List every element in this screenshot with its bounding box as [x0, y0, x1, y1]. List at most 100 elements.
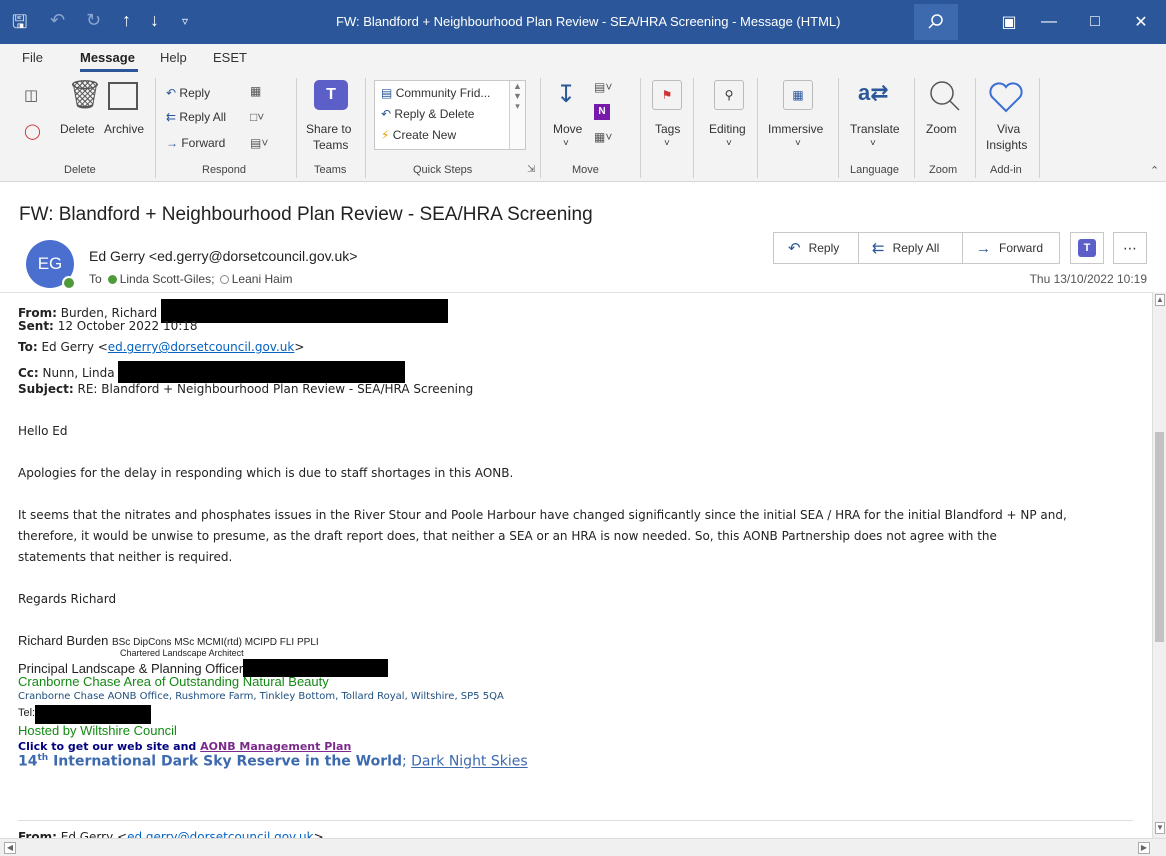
signature-links: Click to get our web site and AONB Manag… [18, 740, 352, 753]
redo-icon[interactable]: ↻ [86, 10, 101, 31]
actions-icon[interactable]: ▦˅ [594, 130, 612, 144]
menu-eset[interactable]: ESET [213, 50, 247, 65]
archive-button[interactable]: Archive [104, 122, 144, 136]
horizontal-scrollbar[interactable]: ◀ ▶ [0, 838, 1166, 856]
email-link[interactable]: ed.gerry@dorsetcouncil.gov.uk [108, 340, 295, 354]
to-label: To [89, 272, 102, 286]
more-respond-icon[interactable]: ▤˅ [250, 136, 268, 150]
ribbon-separator [975, 78, 976, 178]
menu-message[interactable]: Message [80, 50, 135, 65]
signoff: Regards Richard [18, 592, 117, 606]
viva-insights-label: Insights [986, 138, 1028, 152]
recipient-linda[interactable]: Linda Scott-Giles; [120, 272, 215, 286]
sent-line: Sent: 12 October 2022 10:18 [18, 319, 198, 333]
previous-item-icon[interactable]: ↑ [122, 10, 131, 31]
meeting-icon[interactable]: ▦ [250, 84, 261, 98]
delete-button[interactable]: Delete [60, 122, 95, 136]
reply-arrow-icon: ↶ [166, 86, 177, 100]
viva-insights-button[interactable]: Viva [997, 122, 1020, 136]
editing-dropdown-icon[interactable]: ˅ [726, 138, 732, 149]
paragraph: statements that neither is required. [18, 550, 233, 564]
immersive-button[interactable]: Immersive [768, 122, 823, 136]
rules-icon[interactable]: ▤˅ [594, 80, 612, 94]
teams-group-label: Teams [314, 164, 347, 176]
paragraph: It seems that the nitrates and phosphate… [18, 508, 1067, 522]
forward-button[interactable]: → Forward [166, 136, 225, 150]
next-item-icon[interactable]: ↓ [150, 10, 159, 31]
move-group-label: Move [572, 164, 599, 176]
editing-button[interactable]: Editing [709, 122, 746, 136]
undo-icon[interactable]: ↶ [50, 10, 65, 31]
translate-icon: a⇄ [858, 80, 889, 105]
zoom-group-label: Zoom [929, 164, 958, 176]
tags-button[interactable]: Tags [655, 122, 680, 136]
quick-steps-scrollbar[interactable]: ▲ ▼ ▾ [509, 81, 525, 149]
immersive-dropdown-icon[interactable]: ˅ [795, 138, 801, 149]
ribbon-separator [1039, 78, 1040, 178]
scroll-right-icon[interactable]: ▶ [1138, 842, 1150, 854]
ribbon: ◫ ◯ 🗑 Delete Archive Delete ↶ Reply ⇇ Re… [0, 72, 1166, 182]
addin-group-label: Add-in [990, 164, 1022, 176]
signature-org: Cranborne Chase Area of Outstanding Natu… [18, 674, 329, 689]
scroll-up-icon[interactable]: ▲ [1155, 294, 1165, 306]
translate-dropdown-icon[interactable]: ˅ [870, 138, 876, 149]
zoom-button[interactable]: Zoom [926, 122, 957, 136]
junk-icon[interactable]: ◯ [24, 122, 41, 140]
teams-chat-button[interactable]: T [1070, 232, 1104, 264]
save-icon[interactable]: 🖫 [12, 10, 27, 40]
sender-address[interactable]: Ed Gerry <ed.gerry@dorsetcouncil.gov.uk> [89, 248, 357, 264]
forward-label: Forward [181, 136, 226, 150]
reply-all-icon: ⇇ [166, 110, 177, 124]
recipient-leani[interactable]: Leani Haim [232, 272, 293, 286]
close-button[interactable]: ✕ [1118, 0, 1164, 44]
quick-steps-group-label: Quick Steps [413, 164, 473, 176]
quick-step-reply-delete[interactable]: ↶ Reply & Delete [381, 107, 474, 121]
message-actions: ↶ Reply ⇇ Reply All → Forward [773, 232, 1060, 264]
header-forward-button[interactable]: → Forward [976, 233, 1043, 263]
recipients-line: To Linda Scott-Giles; Leani Haim [89, 272, 292, 286]
redaction-block [35, 705, 152, 724]
im-icon[interactable]: □˅ [250, 110, 264, 124]
reply-label: Reply [808, 241, 840, 255]
ribbon-separator [757, 78, 758, 178]
scroll-left-icon[interactable]: ◀ [4, 842, 16, 854]
reply-all-button[interactable]: ⇇ Reply All [166, 110, 226, 124]
quick-step-create-new[interactable]: ⚡ Create New [381, 128, 456, 142]
reply-button[interactable]: ↶ Reply [166, 86, 210, 100]
vertical-scrollbar[interactable]: ▲ ▼ [1152, 292, 1166, 838]
move-button[interactable]: Move [553, 122, 582, 136]
share-to-label: Share to [306, 122, 352, 136]
message-divider [18, 820, 1133, 821]
menu-help[interactable]: Help [160, 50, 187, 65]
move-dropdown-icon[interactable]: ˅ [563, 138, 569, 149]
translate-button[interactable]: Translate [850, 122, 900, 136]
signature-role: Chartered Landscape Architect [120, 648, 244, 658]
next-from-line: From: Ed Gerry <ed.gerry@dorsetcouncil.g… [18, 830, 324, 838]
dark-night-skies-link[interactable]: Dark Night Skies [411, 754, 528, 770]
customize-toolbar-icon[interactable]: ▿ [182, 14, 188, 28]
signature-name: Richard Burden BSc DipCons MSc MCMI(rtd)… [18, 633, 319, 648]
more-actions-button[interactable]: ⋯ [1113, 232, 1147, 264]
viva-insights-icon [989, 82, 1023, 113]
ribbon-separator [640, 78, 641, 178]
search-button[interactable] [914, 4, 958, 40]
share-to-teams-button[interactable]: Share to [306, 122, 351, 136]
scrollbar-thumb[interactable] [1155, 432, 1164, 642]
minimize-button[interactable]: — [1026, 0, 1072, 44]
immersive-reader-icon: ▦ [783, 80, 813, 110]
collapse-ribbon-icon[interactable]: ⌃ [1150, 164, 1159, 177]
email-link[interactable]: ed.gerry@dorsetcouncil.gov.uk [127, 830, 314, 838]
header-reply-button[interactable]: ↶ Reply [788, 233, 839, 263]
dialog-launcher-icon[interactable]: ⇲ [527, 164, 535, 175]
maximize-button[interactable]: □ [1072, 0, 1118, 44]
search-icon [928, 14, 943, 29]
forward-label: Forward [999, 241, 1044, 255]
header-reply-all-button[interactable]: ⇇ Reply All [872, 233, 939, 263]
tags-dropdown-icon[interactable]: ˅ [664, 138, 670, 149]
menu-file[interactable]: File [22, 50, 43, 65]
quick-step-community[interactable]: ▤ Community Frid... [381, 86, 490, 100]
onenote-icon[interactable]: N [594, 104, 610, 120]
ignore-icon[interactable]: ◫ [24, 86, 38, 104]
scroll-down-icon[interactable]: ▼ [1155, 822, 1165, 834]
management-plan-link[interactable]: AONB Management Plan [200, 740, 351, 753]
